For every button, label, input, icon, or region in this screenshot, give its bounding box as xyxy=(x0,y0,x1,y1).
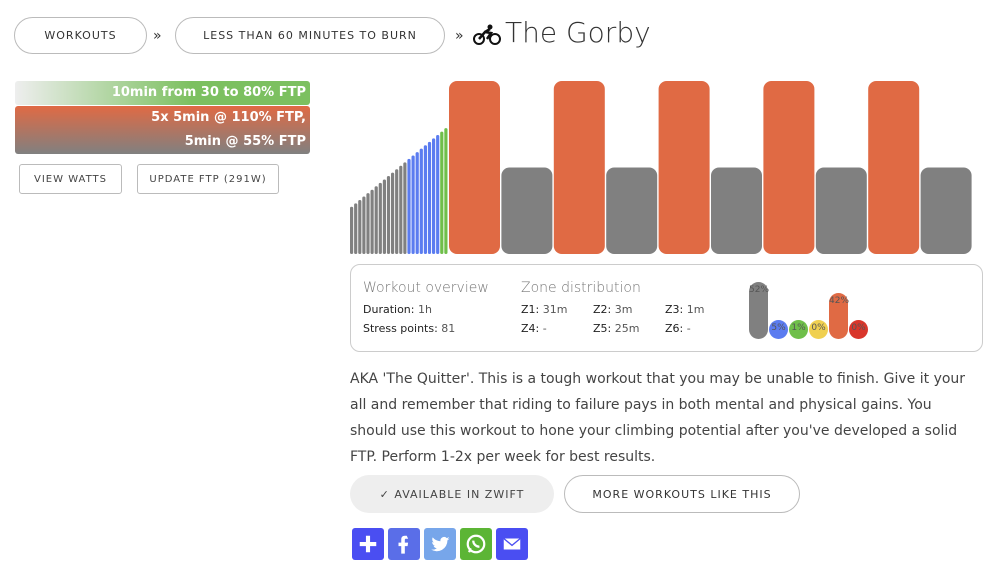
view-watts-button[interactable]: VIEW WATTS xyxy=(19,164,122,194)
more-workouts-button[interactable]: MORE WORKOUTS LIKE THIS xyxy=(564,475,800,513)
twitter-icon xyxy=(431,536,450,552)
workout-overview-panel: Workout overview Duration: 1h Stress poi… xyxy=(350,264,983,352)
warmup-bar xyxy=(386,176,391,254)
share-email-button[interactable] xyxy=(496,528,528,560)
warmup-bar xyxy=(358,199,362,254)
warmup-bar xyxy=(403,162,407,254)
interval-bar xyxy=(920,167,972,254)
zone-3-time: Z3: 1m xyxy=(665,303,705,316)
segment-intervals: 5x 5min @ 110% FTP, 5min @ 55% FTP xyxy=(15,106,310,154)
duration: Duration: 1h xyxy=(363,303,432,316)
update-ftp-button[interactable]: UPDATE FTP (291W) xyxy=(137,164,279,194)
share-plus-button[interactable] xyxy=(352,528,384,560)
warmup-bar xyxy=(370,189,374,254)
workout-chart xyxy=(350,80,972,254)
page-title: The Gorby xyxy=(505,16,651,49)
zone-5-time: Z5: 25m xyxy=(593,322,640,335)
share-whatsapp-button[interactable] xyxy=(460,528,492,560)
zone-bar-6: 0% xyxy=(849,320,868,339)
warmup-bar xyxy=(391,172,395,254)
warmup-bar xyxy=(350,206,354,254)
interval-bar xyxy=(658,80,710,254)
warmup-bar xyxy=(419,148,423,254)
warmup-bar xyxy=(407,158,411,254)
warmup-bar xyxy=(354,203,358,254)
segment-warmup: 10min from 30 to 80% FTP xyxy=(15,81,310,105)
warmup-bar xyxy=(444,128,448,254)
zone-bar-1: 52% xyxy=(749,281,769,339)
interval-bar xyxy=(711,167,762,254)
warmup-bar xyxy=(415,152,419,254)
warmup-bar xyxy=(374,186,378,254)
warmup-bar xyxy=(366,193,370,254)
interval-bar xyxy=(449,80,500,254)
zone-2-time: Z2: 3m xyxy=(593,303,633,316)
zone-heading: Zone distribution xyxy=(521,280,641,296)
plus-icon xyxy=(359,535,377,553)
warmup-bar xyxy=(432,138,436,254)
workout-description: AKA 'The Quitter'. This is a tough worko… xyxy=(350,371,966,465)
overview-heading: Workout overview xyxy=(363,280,489,296)
warmup-bar xyxy=(395,169,399,254)
share-twitter-button[interactable] xyxy=(424,528,456,560)
available-in-zwift-button[interactable]: ✓ AVAILABLE IN ZWIFT xyxy=(350,475,554,513)
breadcrumb-workouts[interactable]: WORKOUTS xyxy=(14,17,147,54)
warmup-bar xyxy=(362,196,366,254)
facebook-icon xyxy=(398,535,409,554)
warmup-bar xyxy=(378,182,382,254)
interval-bar xyxy=(763,80,815,254)
segment-interval-text: 5x 5min @ 110% FTP, xyxy=(151,110,306,125)
interval-bar xyxy=(553,80,605,254)
warmup-bar xyxy=(427,141,432,254)
email-icon xyxy=(503,537,521,550)
zone-6-time: Z6: - xyxy=(665,322,691,335)
warmup-bar xyxy=(382,179,386,254)
zone-4-time: Z4: - xyxy=(521,322,547,335)
stress-points: Stress points: 81 xyxy=(363,322,456,335)
zone-bar-3: 1% xyxy=(789,320,808,339)
zone-bar-2: 5% xyxy=(769,320,788,339)
warmup-bar xyxy=(440,131,444,254)
interval-bar xyxy=(815,167,867,254)
breadcrumb-separator: » xyxy=(153,28,162,44)
interval-bar xyxy=(868,80,920,254)
zone-bar-4: 0% xyxy=(809,320,828,339)
bicycle-icon xyxy=(473,24,501,45)
warmup-bar xyxy=(399,165,403,254)
interval-bar xyxy=(606,167,658,254)
segment-recovery-text: 5min @ 55% FTP xyxy=(184,134,306,149)
interval-bar xyxy=(501,167,553,254)
whatsapp-icon xyxy=(466,534,486,554)
breadcrumb-category[interactable]: LESS THAN 60 MINUTES TO BURN xyxy=(175,17,445,54)
share-facebook-button[interactable] xyxy=(388,528,420,560)
zone-1-time: Z1: 31m xyxy=(521,303,568,316)
breadcrumb-separator: » xyxy=(455,28,464,44)
warmup-bar xyxy=(423,145,427,254)
zone-bar-5: 42% xyxy=(829,292,849,339)
warmup-bar xyxy=(411,155,415,254)
warmup-bar xyxy=(436,134,440,254)
